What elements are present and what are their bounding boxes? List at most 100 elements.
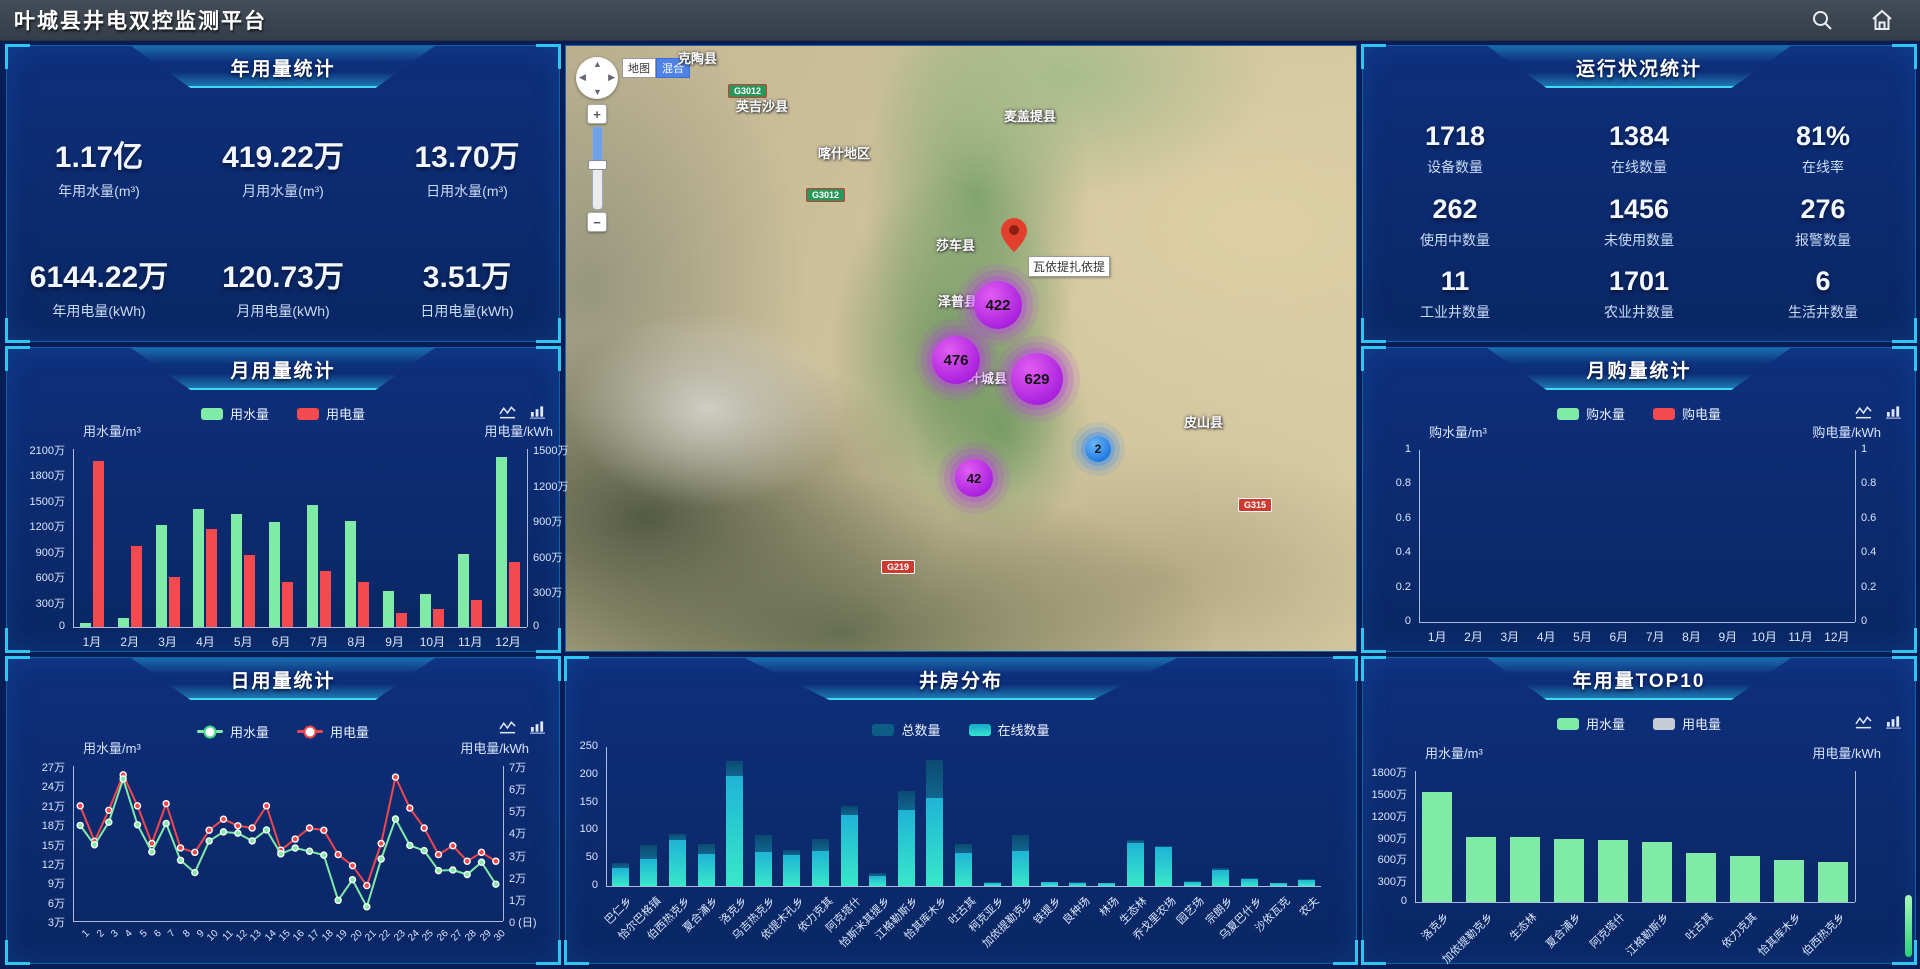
data-point[interactable] — [178, 845, 184, 851]
bar-water[interactable] — [1642, 842, 1672, 902]
data-point[interactable] — [335, 897, 341, 903]
map-cluster-bubble[interactable]: 42 — [955, 459, 993, 497]
data-point[interactable] — [378, 856, 384, 862]
map-cluster-bubble[interactable]: 629 — [1011, 353, 1063, 405]
bar-online[interactable] — [1012, 851, 1029, 886]
bar-water[interactable] — [1510, 837, 1540, 903]
data-point[interactable] — [235, 823, 241, 829]
data-point[interactable] — [450, 843, 456, 849]
data-point[interactable] — [221, 829, 227, 835]
zoom-slider-handle[interactable] — [588, 160, 607, 170]
bar-water[interactable] — [269, 522, 280, 627]
bar-water[interactable] — [1818, 862, 1848, 902]
bar-online[interactable] — [984, 883, 1001, 886]
bar-water[interactable] — [307, 505, 318, 627]
data-point[interactable] — [436, 852, 442, 858]
data-point[interactable] — [206, 827, 212, 833]
bar-online[interactable] — [1298, 880, 1315, 886]
bar-total[interactable] — [1155, 846, 1172, 847]
pan-up-icon[interactable]: ▲ — [593, 59, 602, 69]
bar-water[interactable] — [193, 509, 204, 627]
bar-total[interactable] — [955, 844, 972, 853]
bar-water[interactable] — [1774, 860, 1804, 902]
bar-electric[interactable] — [169, 577, 180, 627]
bar-water[interactable] — [118, 618, 129, 627]
map-cluster-bubble[interactable]: 476 — [932, 336, 980, 384]
data-point[interactable] — [393, 816, 399, 822]
legend-item[interactable]: 用水量 — [1557, 714, 1625, 733]
bar-water[interactable] — [80, 623, 91, 627]
legend-item[interactable]: 用水量 — [197, 722, 269, 741]
data-point[interactable] — [292, 845, 298, 851]
data-point[interactable] — [407, 805, 413, 811]
data-point[interactable] — [264, 827, 270, 833]
data-point[interactable] — [378, 841, 384, 847]
scrollbar-thumb[interactable] — [1905, 895, 1912, 957]
data-point[interactable] — [106, 819, 112, 825]
bar-online[interactable] — [669, 840, 686, 886]
data-point[interactable] — [292, 836, 298, 842]
data-point[interactable] — [163, 820, 169, 826]
bar-water[interactable] — [383, 591, 394, 627]
data-point[interactable] — [221, 816, 227, 822]
bar-water[interactable] — [1598, 840, 1628, 902]
bar-electric[interactable] — [433, 609, 444, 627]
data-point[interactable] — [364, 904, 370, 910]
bar-total[interactable] — [1184, 881, 1201, 882]
data-point[interactable] — [407, 842, 413, 848]
bar-total[interactable] — [698, 844, 715, 853]
bar-water[interactable] — [156, 525, 167, 627]
line-chart-icon[interactable] — [499, 720, 516, 739]
bar-total[interactable] — [612, 863, 629, 868]
bar-water[interactable] — [1422, 792, 1452, 902]
bar-electric[interactable] — [244, 555, 255, 627]
bar-online[interactable] — [841, 815, 858, 886]
home-icon[interactable] — [1870, 8, 1894, 32]
bar-electric[interactable] — [509, 562, 520, 627]
data-point[interactable] — [364, 883, 370, 889]
bar-total[interactable] — [984, 882, 1001, 883]
bar-total[interactable] — [1069, 882, 1086, 883]
bar-total[interactable] — [898, 791, 915, 810]
legend-item[interactable]: 购水量 — [1557, 404, 1625, 423]
legend-item[interactable]: 总数量 — [872, 720, 940, 739]
data-point[interactable] — [393, 774, 399, 780]
map-type-button-normal[interactable]: 地图 — [622, 58, 656, 78]
bar-total[interactable] — [1127, 840, 1144, 842]
bar-online[interactable] — [698, 854, 715, 886]
data-point[interactable] — [264, 803, 270, 809]
bar-online[interactable] — [726, 776, 743, 886]
data-point[interactable] — [479, 859, 485, 865]
bar-chart-icon[interactable] — [1886, 405, 1901, 424]
bar-total[interactable] — [1270, 883, 1287, 884]
bar-electric[interactable] — [471, 600, 482, 627]
bar-water[interactable] — [496, 457, 507, 627]
pan-down-icon[interactable]: ▼ — [593, 87, 602, 97]
legend-item[interactable]: 用电量 — [1653, 714, 1721, 733]
legend-item[interactable]: 购电量 — [1653, 404, 1721, 423]
legend-item[interactable]: 在线数量 — [969, 720, 1050, 739]
bar-online[interactable] — [1098, 883, 1115, 886]
bar-online[interactable] — [955, 853, 972, 886]
bar-online[interactable] — [1212, 870, 1229, 886]
legend-item[interactable]: 用电量 — [297, 404, 365, 423]
bar-online[interactable] — [612, 868, 629, 886]
bar-electric[interactable] — [206, 529, 217, 627]
data-point[interactable] — [149, 849, 155, 855]
bar-total[interactable] — [640, 845, 657, 859]
bar-total[interactable] — [1098, 883, 1115, 884]
bar-electric[interactable] — [131, 546, 142, 627]
data-point[interactable] — [135, 822, 141, 828]
bar-online[interactable] — [869, 876, 886, 886]
bar-water[interactable] — [345, 521, 356, 627]
data-point[interactable] — [464, 858, 470, 864]
data-point[interactable] — [350, 877, 356, 883]
bar-online[interactable] — [898, 810, 915, 886]
legend-item[interactable]: 用水量 — [201, 404, 269, 423]
data-point[interactable] — [278, 851, 284, 857]
data-point[interactable] — [120, 776, 126, 782]
data-point[interactable] — [335, 852, 341, 858]
bar-chart-icon[interactable] — [530, 720, 545, 739]
bar-electric[interactable] — [396, 613, 407, 627]
bar-total[interactable] — [1041, 882, 1058, 883]
